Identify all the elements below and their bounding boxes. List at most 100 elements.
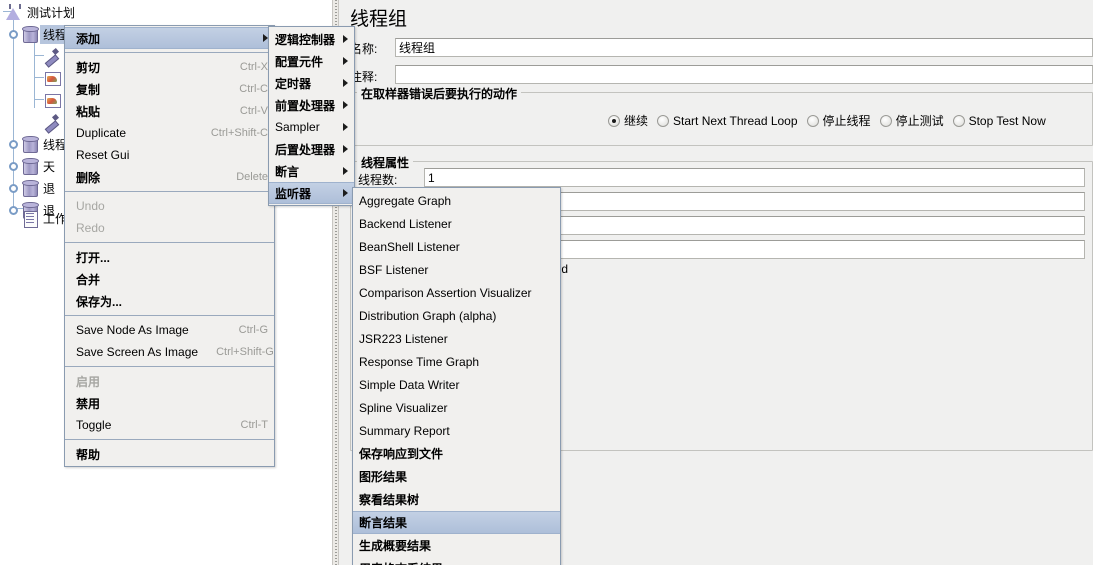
context-menu-item-16[interactable]: Save Node As Image Ctrl-G xyxy=(65,319,274,341)
radio-dot-icon[interactable] xyxy=(952,114,965,127)
radio-dot-icon[interactable] xyxy=(806,114,819,127)
menu-item-accelerator: Ctrl+Shift-C xyxy=(210,127,268,139)
listener-item-2[interactable]: BeanShell Listener xyxy=(353,235,560,258)
radio-dot-icon[interactable] xyxy=(657,114,670,127)
menu-item-label: 逻辑控制器 xyxy=(275,32,336,47)
tree-expand-handle[interactable] xyxy=(9,183,18,193)
submenu-arrow-icon xyxy=(343,79,348,87)
tree-item-thread-3[interactable]: 天 xyxy=(9,155,55,177)
radio-label: 继续 xyxy=(624,114,649,128)
radio-continue[interactable]: 继续 xyxy=(608,112,648,129)
context-menu-item-13[interactable]: 合并 xyxy=(65,268,274,290)
add-submenu-item-2[interactable]: 定时器 xyxy=(269,72,354,94)
menu-item-label: 图形结果 xyxy=(359,470,408,484)
tree-item-thread-4[interactable]: 退 xyxy=(9,177,55,199)
menu-item-label: BeanShell Listener xyxy=(359,239,460,254)
radio-stop-test[interactable]: 停止测试 xyxy=(879,112,944,129)
context-menu-item-7[interactable]: 删除 Delete xyxy=(65,166,274,188)
menu-item-label: Save Node As Image xyxy=(76,323,189,337)
thread-count-label: 线程数: xyxy=(358,173,398,187)
context-menu-item-14[interactable]: 保存为... xyxy=(65,290,274,312)
node-context-menu[interactable]: 添加剪切 Ctrl-X 复制 Ctrl-C 粘贴 Ctrl-V Duplicate Ctrl+… xyxy=(64,25,275,467)
listener-item-15[interactable]: 生成概要结果 xyxy=(353,534,560,557)
tree-expand-handle[interactable] xyxy=(9,161,18,171)
menu-item-label: Simple Data Writer xyxy=(359,377,460,392)
menu-item-label: Reset Gui xyxy=(76,148,130,162)
tree-item-label: 退 xyxy=(43,181,56,196)
spool-icon xyxy=(20,157,40,176)
context-menu-item-20[interactable]: 禁用 xyxy=(65,392,274,414)
menu-item-label: 禁用 xyxy=(76,396,101,411)
add-submenu-item-3[interactable]: 前置处理器 xyxy=(269,94,354,116)
listener-item-12[interactable]: 图形结果 xyxy=(353,465,560,488)
menu-separator xyxy=(65,191,274,192)
radio-stop-thread[interactable]: 停止线程 xyxy=(806,112,871,129)
menu-item-label: 合并 xyxy=(76,272,101,287)
menu-item-accelerator: Ctrl-G xyxy=(238,324,268,336)
tree-connector-line xyxy=(34,34,35,108)
context-menu-item-12[interactable]: 打开... xyxy=(65,246,274,268)
listener-item-9[interactable]: Spline Visualizer xyxy=(353,396,560,419)
error-action-radio-group[interactable]: 继续 Start Next Thread Loop 停止线程 停止测试 Stop… xyxy=(608,112,1046,129)
context-menu-item-6[interactable]: Reset Gui xyxy=(65,144,274,166)
context-menu-item-21[interactable]: Toggle Ctrl-T xyxy=(65,414,274,436)
listener-item-14[interactable]: 断言结果 xyxy=(353,511,560,534)
add-submenu-item-0[interactable]: 逻辑控制器 xyxy=(269,28,354,50)
thread-count-input[interactable] xyxy=(424,168,1085,187)
listener-item-11[interactable]: 保存响应到文件 xyxy=(353,442,560,465)
radio-label: 停止测试 xyxy=(895,114,944,128)
context-menu-item-9: Undo xyxy=(65,195,274,217)
tree-item-thread-2[interactable]: 线程 xyxy=(9,133,67,155)
radio-dot-icon[interactable] xyxy=(608,114,620,127)
add-submenu-item-4[interactable]: Sampler xyxy=(269,116,354,138)
pen-icon xyxy=(42,47,62,66)
radio-stop-test-now[interactable]: Stop Test Now xyxy=(952,114,1046,128)
add-submenu-item-1[interactable]: 配置元件 xyxy=(269,50,354,72)
listener-item-16[interactable]: 用表格查看结果 xyxy=(353,557,560,565)
listener-item-0[interactable]: Aggregate Graph xyxy=(353,189,560,212)
tree-expand-handle[interactable] xyxy=(9,29,18,39)
menu-item-label: 前置处理器 xyxy=(275,98,336,113)
add-submenu[interactable]: 逻辑控制器配置元件 定时器前置处理器 Sampler 后置处理器断言监听器 xyxy=(268,26,355,206)
add-submenu-item-5[interactable]: 后置处理器 xyxy=(269,138,354,160)
comment-input[interactable] xyxy=(395,65,1093,84)
radio-start-next-thread-loop[interactable]: Start Next Thread Loop xyxy=(657,114,798,128)
context-menu-item-2[interactable]: 剪切 Ctrl-X xyxy=(65,56,274,78)
tree-item-label: 线程 xyxy=(43,137,68,152)
tree-expand-handle[interactable] xyxy=(9,139,18,149)
menu-item-label: 打开... xyxy=(76,250,111,265)
tree-item-child-3[interactable] xyxy=(42,89,65,111)
listener-item-7[interactable]: Response Time Graph xyxy=(353,350,560,373)
listener-item-8[interactable]: Simple Data Writer xyxy=(353,373,560,396)
listener-item-4[interactable]: Comparison Assertion Visualizer xyxy=(353,281,560,304)
listener-item-3[interactable]: BSF Listener xyxy=(353,258,560,281)
listener-item-1[interactable]: Backend Listener xyxy=(353,212,560,235)
menu-item-label: Comparison Assertion Visualizer xyxy=(359,285,532,300)
group-title: 线程属性 xyxy=(357,154,414,171)
menu-item-label: 断言 xyxy=(275,164,300,179)
context-menu-item-5[interactable]: Duplicate Ctrl+Shift-C xyxy=(65,122,274,144)
tree-item-child-4[interactable] xyxy=(42,111,65,133)
radio-dot-icon[interactable] xyxy=(879,114,892,127)
listener-item-6[interactable]: JSR223 Listener xyxy=(353,327,560,350)
tree-item-child-1[interactable] xyxy=(42,45,65,67)
name-input[interactable] xyxy=(395,38,1093,57)
context-menu-item-23[interactable]: 帮助 xyxy=(65,443,274,465)
menu-item-accelerator: Ctrl-X xyxy=(239,61,268,73)
listener-item-5[interactable]: Distribution Graph (alpha) xyxy=(353,304,560,327)
tree-item-child-2[interactable] xyxy=(42,67,65,89)
context-menu-item-0[interactable]: 添加 xyxy=(65,27,274,49)
context-menu-item-4[interactable]: 粘贴 Ctrl-V xyxy=(65,100,274,122)
menu-item-label: Response Time Graph xyxy=(359,354,480,369)
tree-item-label: 天 xyxy=(43,159,56,174)
listener-item-10[interactable]: Summary Report xyxy=(353,419,560,442)
context-menu-item-3[interactable]: 复制 Ctrl-C xyxy=(65,78,274,100)
listener-item-13[interactable]: 察看结果树 xyxy=(353,488,560,511)
add-submenu-item-7[interactable]: 监听器 xyxy=(269,182,354,204)
add-submenu-item-6[interactable]: 断言 xyxy=(269,160,354,182)
tree-item-test-plan[interactable]: 测试计划 xyxy=(4,1,75,23)
submenu-arrow-icon xyxy=(343,57,348,65)
context-menu-item-17[interactable]: Save Screen As Image Ctrl+Shift-G xyxy=(65,341,274,363)
listener-submenu[interactable]: Aggregate Graph Backend Listener BeanShell… xyxy=(352,187,561,565)
menu-item-label: 用表格查看结果 xyxy=(359,560,443,565)
